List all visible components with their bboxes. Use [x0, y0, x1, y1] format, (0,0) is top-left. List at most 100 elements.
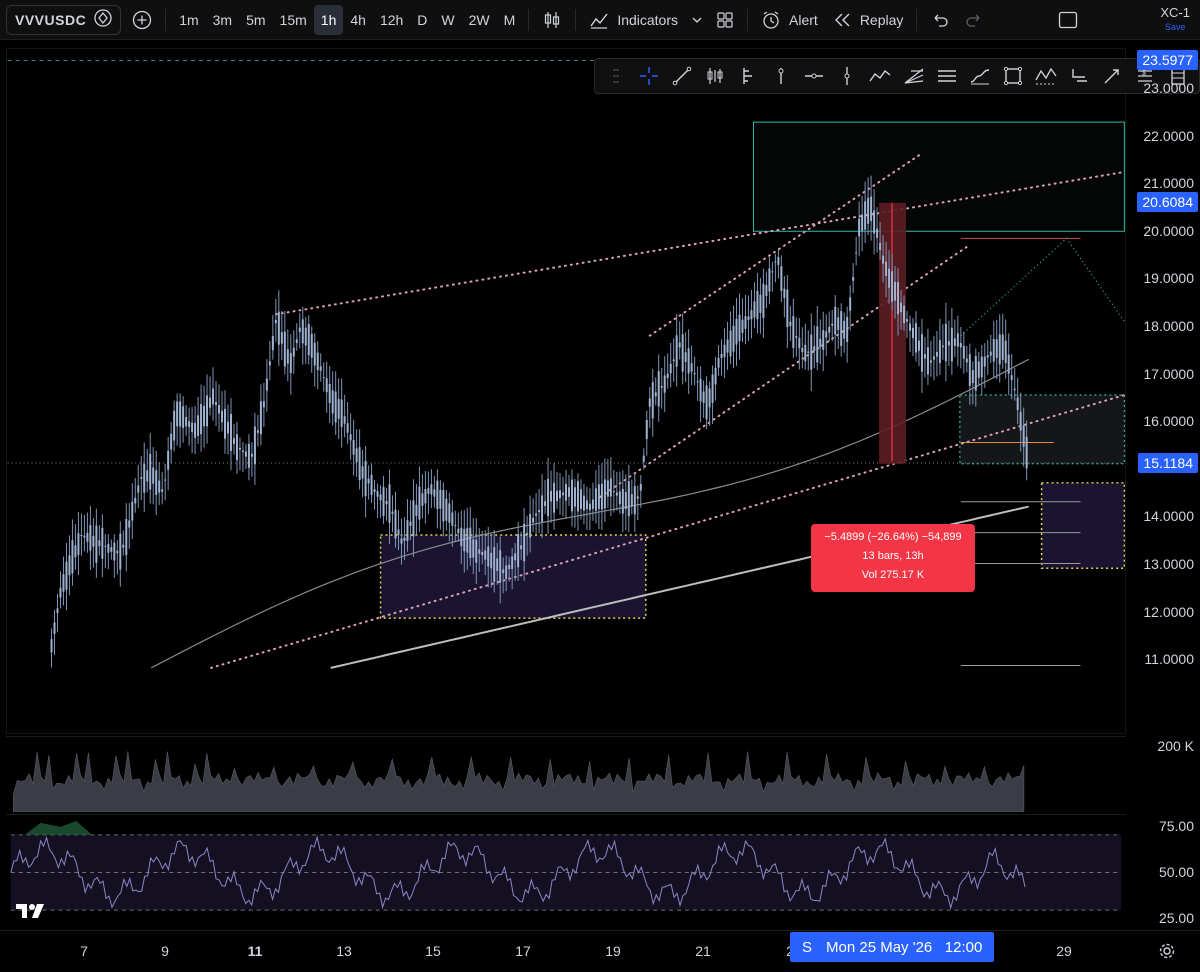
symbol-search[interactable]: VVVUSDC — [6, 4, 122, 35]
candle-body — [768, 268, 771, 292]
candle-body — [137, 485, 140, 493]
candle-body — [364, 460, 367, 497]
toolbar-separator — [916, 8, 918, 31]
interval-15m[interactable]: 15m — [273, 5, 314, 35]
candle-body — [334, 391, 337, 423]
replay-button[interactable]: Replay — [825, 5, 911, 35]
candle-body — [481, 551, 484, 556]
horizontal-line-tool-icon[interactable] — [800, 62, 829, 90]
candle-body — [53, 622, 56, 634]
interval-3m[interactable]: 3m — [206, 5, 239, 35]
candle-body — [606, 480, 609, 497]
interval-D[interactable]: D — [410, 5, 434, 35]
interval-M[interactable]: M — [497, 5, 523, 35]
vertical-marker-tool-icon[interactable] — [767, 62, 796, 90]
parallel-channel-tool-icon[interactable] — [932, 62, 961, 90]
price-axis[interactable]: 23.0000 22.0000 21.0000 20.0000 19.0000 18.00… — [1126, 48, 1200, 734]
interval-1h[interactable]: 1h — [313, 4, 344, 35]
xabcd-pattern-tool-icon[interactable] — [1031, 62, 1060, 90]
brush-tool-icon[interactable] — [965, 62, 994, 90]
path-tool-icon[interactable] — [866, 62, 895, 90]
indicators-button[interactable]: Indicators — [582, 5, 709, 35]
candle-body — [977, 361, 980, 378]
interval-2W[interactable]: 2W — [462, 5, 497, 35]
candle-body — [155, 470, 158, 495]
candle-body — [699, 379, 702, 402]
candle-body — [241, 450, 244, 453]
candle-body — [415, 504, 418, 516]
chart-type-button[interactable] — [535, 5, 569, 35]
rsi-pane[interactable] — [6, 814, 1126, 930]
candle-body — [989, 351, 992, 356]
candle-body — [508, 564, 511, 570]
candle-body — [567, 487, 570, 497]
layout-selector[interactable]: XC-1 Save — [1160, 6, 1190, 34]
candle-body — [517, 533, 520, 568]
interval-4h[interactable]: 4h — [343, 5, 373, 35]
fullscreen-button[interactable] — [1051, 5, 1085, 35]
top-toolbar: VVVUSDC 1m 3m 5m 15m 1h 4h 12h D W 2W M Indicators… — [0, 0, 1200, 40]
candle-body — [983, 356, 986, 367]
candle-body — [83, 535, 86, 538]
candle-body — [932, 356, 935, 360]
vertical-line-tool-icon[interactable] — [833, 62, 862, 90]
add-symbol-button[interactable] — [125, 5, 159, 35]
rectangle-tool-icon[interactable] — [998, 62, 1027, 90]
candle-body — [917, 340, 920, 351]
candle-body — [765, 284, 768, 297]
candle-body — [493, 547, 496, 582]
candle-body — [466, 527, 469, 553]
volume-pane[interactable] — [6, 736, 1126, 812]
candle-body — [89, 525, 92, 551]
interval-W[interactable]: W — [434, 5, 461, 35]
candle-body — [134, 497, 137, 504]
candle-body — [110, 547, 113, 552]
candle-body — [125, 519, 128, 556]
long-position-tool-icon[interactable] — [1065, 62, 1094, 90]
candle-body — [783, 288, 786, 298]
candle-body — [992, 339, 995, 362]
time-axis-label: 21 — [695, 943, 711, 959]
candle-body — [212, 388, 215, 405]
candle-body — [666, 373, 669, 378]
candle-body — [825, 331, 828, 338]
candle-body — [690, 363, 693, 372]
time-axis[interactable]: 79111315171921229 — [0, 930, 1200, 972]
candle-body — [161, 489, 164, 492]
candle-body — [603, 479, 606, 509]
candle-body — [412, 500, 415, 537]
interval-12h[interactable]: 12h — [373, 5, 410, 35]
candle-body — [756, 290, 759, 320]
templates-icon — [716, 11, 734, 29]
redo-button[interactable] — [957, 5, 991, 35]
candle-body — [822, 330, 825, 350]
candle-body — [265, 378, 268, 391]
candle-body — [705, 385, 708, 420]
candle-tool-icon[interactable] — [700, 62, 729, 90]
candle-body — [394, 509, 397, 539]
price-chart[interactable] — [6, 48, 1126, 734]
interval-1m[interactable]: 1m — [172, 5, 205, 35]
fib-fan-tool-icon[interactable] — [899, 62, 928, 90]
candle-body — [218, 405, 221, 414]
candle-body — [864, 201, 867, 230]
tradingview-logo[interactable] — [16, 902, 46, 925]
arrow-tool-icon[interactable] — [1098, 62, 1127, 90]
alert-button[interactable]: Alert — [754, 5, 825, 35]
candle-body — [304, 327, 307, 346]
candle-body — [914, 323, 917, 353]
candle-body — [56, 608, 59, 613]
crosshair-tool-icon[interactable] — [634, 62, 663, 90]
trend-line-tool-icon[interactable] — [667, 62, 696, 90]
candle-body — [576, 481, 579, 512]
candle-body — [744, 316, 747, 329]
candle-body — [777, 257, 780, 265]
drag-handle-icon[interactable] — [601, 62, 630, 90]
candle-body — [974, 356, 977, 391]
templates-button[interactable] — [709, 5, 741, 35]
search-diamond-icon[interactable] — [94, 9, 112, 30]
settings-gear-icon[interactable] — [1158, 942, 1176, 965]
bar-pattern-tool-icon[interactable] — [733, 62, 762, 90]
undo-button[interactable] — [923, 5, 957, 35]
interval-5m[interactable]: 5m — [239, 5, 272, 35]
